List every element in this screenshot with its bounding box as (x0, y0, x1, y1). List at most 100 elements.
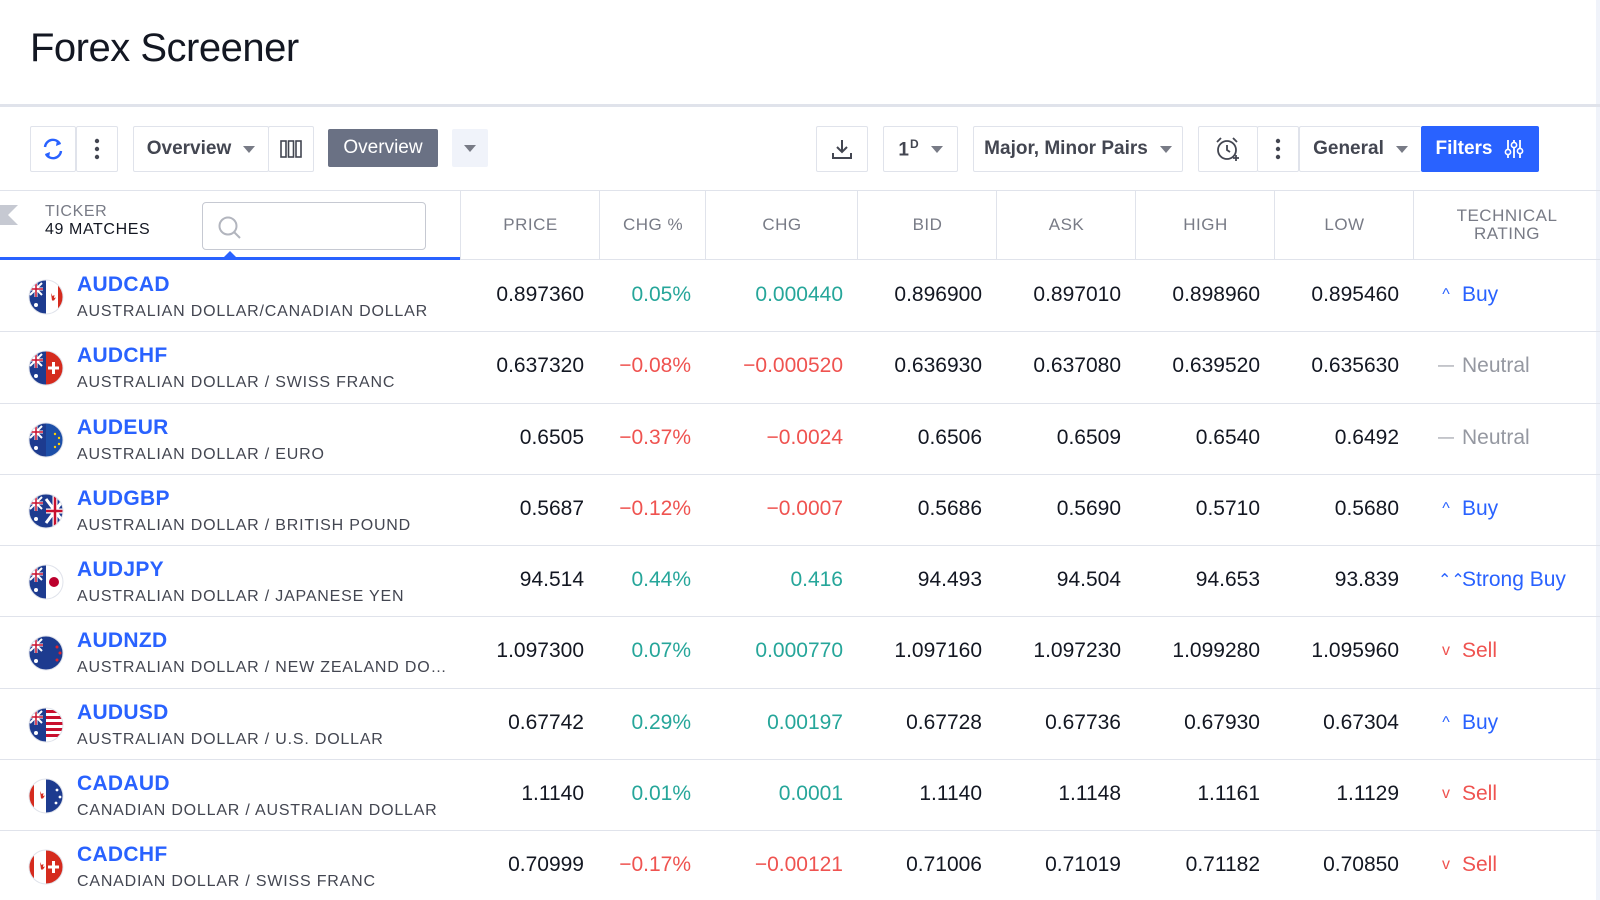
table-row[interactable]: AUDNZD AUSTRALIAN DOLLAR / NEW ZEALAND D… (0, 617, 1600, 689)
cell-chg-pct: 0.01% (631, 782, 691, 806)
column-header-low[interactable]: LOW (1274, 191, 1414, 259)
ticker-description: AUSTRALIAN DOLLAR / SWISS FRANC (77, 374, 396, 392)
ticker-symbol-link[interactable]: AUDUSD (77, 701, 169, 725)
column-header-price[interactable]: PRICE (460, 191, 600, 259)
refresh-button[interactable] (30, 126, 76, 172)
technical-rating[interactable]: v Sell (1438, 639, 1497, 663)
cell-chg-pct: 0.07% (631, 639, 691, 663)
export-button[interactable] (816, 126, 868, 172)
cell-price: 1.1140 (521, 782, 584, 806)
overview-dropdown[interactable]: Overview (133, 126, 269, 172)
ticker-symbol-link[interactable]: AUDNZD (77, 629, 167, 653)
rating-label: Sell (1462, 853, 1498, 877)
ticker-column-header[interactable]: TICKER 49 MATCHES (0, 191, 460, 260)
technical-rating[interactable]: v Sell (1438, 782, 1497, 806)
cell-low: 0.635630 (1311, 354, 1399, 378)
technical-rating[interactable]: ^ Buy (1438, 497, 1498, 521)
technical-rating[interactable]: ^ Buy (1438, 711, 1498, 735)
column-header-chg-pct[interactable]: CHG % (599, 191, 706, 259)
ticker-symbol-link[interactable]: CADCHF (77, 843, 167, 867)
rating-label: Neutral (1462, 354, 1530, 378)
currency-pair-flag-icon (28, 422, 64, 458)
ticker-description: AUSTRALIAN DOLLAR / U.S. DOLLAR (77, 730, 384, 748)
ticker-symbol-link[interactable]: AUDEUR (77, 416, 169, 440)
cell-chg-pct: −0.17% (619, 853, 691, 877)
market-pairs-dropdown[interactable]: Major, Minor Pairs (973, 126, 1183, 172)
cell-high: 0.639520 (1172, 354, 1260, 378)
rating-label: Sell (1462, 782, 1498, 806)
table-row[interactable]: AUDJPY AUSTRALIAN DOLLAR / JAPANESE YEN … (0, 546, 1600, 618)
columns-button[interactable] (268, 126, 314, 172)
column-header-high[interactable]: HIGH (1135, 191, 1275, 259)
technical-rating[interactable]: — Neutral (1438, 354, 1530, 378)
cell-bid: 94.493 (917, 568, 982, 592)
ticker-symbol-link[interactable]: AUDCAD (77, 273, 170, 297)
table-row[interactable]: AUDCHF AUSTRALIAN DOLLAR / SWISS FRANC 0… (0, 332, 1600, 404)
ticker-symbol-link[interactable]: AUDJPY (77, 558, 164, 582)
cell-high: 0.5710 (1195, 496, 1260, 520)
cell-low: 1.1129 (1336, 782, 1399, 806)
ticker-search-input[interactable] (202, 202, 426, 250)
ticker-description: AUSTRALIAN DOLLAR/CANADIAN DOLLAR (77, 303, 428, 320)
cell-price: 0.67742 (508, 710, 584, 734)
interval-label: 1D (898, 136, 919, 161)
cell-chg-pct: 0.05% (631, 283, 691, 306)
alert-more-button[interactable] (1257, 126, 1299, 172)
technical-rating[interactable]: ⌃⌃ Strong Buy (1438, 568, 1566, 592)
ticker-description: CANADIAN DOLLAR / AUSTRALIAN DOLLAR (77, 802, 438, 820)
cell-bid: 1.097160 (894, 639, 982, 663)
cell-chg: −0.000520 (743, 354, 843, 378)
search-icon (218, 216, 241, 239)
column-header-technical-rating[interactable]: TECHNICAL RATING (1413, 191, 1600, 259)
flag-marker-icon (0, 205, 18, 225)
cell-high: 1.099280 (1172, 639, 1260, 663)
download-icon (832, 140, 852, 159)
cell-low: 1.095960 (1311, 639, 1399, 663)
more-vertical-icon (1275, 138, 1281, 160)
ticker-description: AUSTRALIAN DOLLAR / EURO (77, 445, 325, 463)
table-row[interactable]: AUDCAD AUSTRALIAN DOLLAR/CANADIAN DOLLAR… (0, 261, 1600, 333)
table-row[interactable]: AUDUSD AUSTRALIAN DOLLAR / U.S. DOLLAR 0… (0, 689, 1600, 761)
cell-chg: −0.0024 (766, 425, 844, 449)
cell-high: 0.67930 (1184, 710, 1260, 734)
table-row[interactable]: CADAUD CANADIAN DOLLAR / AUSTRALIAN DOLL… (0, 760, 1600, 832)
ticker-description: CANADIAN DOLLAR / SWISS FRANC (77, 873, 376, 891)
technical-rating[interactable]: v Sell (1438, 853, 1497, 877)
interval-dropdown[interactable]: 1D (883, 126, 958, 172)
table-row[interactable]: AUDGBP AUSTRALIAN DOLLAR / BRITISH POUND… (0, 475, 1600, 547)
rating-label: Sell (1462, 639, 1498, 663)
page-title: Forex Screener (30, 26, 299, 70)
matches-count: 49 MATCHES (45, 221, 151, 238)
column-header-bid[interactable]: BID (857, 191, 997, 259)
more-menu-button[interactable] (76, 126, 118, 172)
technical-rating[interactable]: — Neutral (1438, 426, 1530, 450)
filters-button[interactable]: Filters (1421, 126, 1539, 172)
columns-icon (280, 140, 302, 158)
ticker-description: AUSTRALIAN DOLLAR / NEW ZEALAND DO… (77, 659, 447, 677)
cell-chg-pct: 0.29% (631, 710, 691, 734)
cell-ask: 0.67736 (1045, 710, 1121, 734)
table-row[interactable]: AUDEUR AUSTRALIAN DOLLAR / EURO 0.6505 −0… (0, 404, 1600, 475)
rating-arrow-icon: — (1438, 428, 1454, 446)
general-dropdown[interactable]: General (1299, 126, 1421, 172)
ticker-symbol-link[interactable]: AUDGBP (77, 487, 170, 511)
create-alert-button[interactable] (1198, 126, 1258, 172)
more-vertical-icon (94, 138, 100, 160)
currency-pair-flag-icon (28, 849, 64, 885)
table-row[interactable]: CADCHF CANADIAN DOLLAR / SWISS FRANC 0.7… (0, 831, 1600, 900)
currency-pair-flag-icon (28, 707, 64, 743)
ticker-symbol-link[interactable]: AUDCHF (77, 344, 167, 368)
overview-tab-active[interactable]: Overview (328, 129, 438, 167)
cell-price: 0.5687 (519, 496, 584, 520)
rating-label: Neutral (1462, 425, 1530, 449)
cell-high: 0.898960 (1172, 283, 1260, 306)
rating-arrow-icon: ^ (1442, 499, 1450, 517)
column-header-ask[interactable]: ASK (996, 191, 1136, 259)
cell-price: 0.897360 (496, 283, 584, 306)
column-header-chg[interactable]: CHG (705, 191, 858, 259)
saved-screens-dropdown[interactable] (452, 129, 488, 167)
ticker-description: AUSTRALIAN DOLLAR / BRITISH POUND (77, 516, 412, 534)
chevron-down-icon (464, 144, 476, 152)
technical-rating[interactable]: ^ Buy (1438, 283, 1498, 307)
ticker-symbol-link[interactable]: CADAUD (77, 772, 170, 796)
